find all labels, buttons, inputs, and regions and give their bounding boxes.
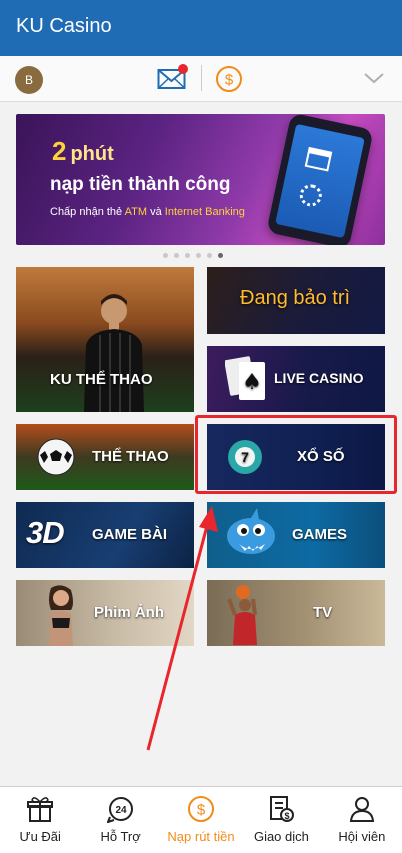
deposit-coin-icon: $ [188, 796, 215, 822]
user-bar: B $ [0, 56, 402, 102]
football-player-image [84, 294, 144, 412]
playing-cards-icon: ♠ [225, 356, 265, 400]
divider [201, 65, 202, 91]
carousel-dot[interactable] [196, 253, 201, 258]
phone-illustration [266, 114, 374, 245]
gift-icon [27, 797, 54, 822]
support-24-icon: 24 [106, 797, 133, 823]
tile-label: Phim Ảnh [94, 604, 164, 621]
tile-card-games[interactable]: 3D GAME BÀI [16, 502, 194, 568]
avatar[interactable]: B [15, 66, 43, 94]
tile-movies[interactable]: Phim Ảnh [16, 580, 194, 646]
transaction-icon: $ [270, 796, 295, 822]
highlight-box [195, 415, 397, 494]
notification-dot [178, 64, 188, 74]
tile-label: GAMES [292, 526, 348, 543]
banner-caption: Chấp nhận thẻ ATM và Internet Banking [50, 206, 245, 218]
carousel-dot[interactable] [207, 253, 212, 258]
tile-sports[interactable]: THỂ THAO [16, 424, 194, 490]
nav-member[interactable]: Hội viên [322, 787, 402, 853]
app-title: KU Casino [16, 15, 112, 37]
tile-label: TV [313, 604, 333, 621]
banner-headline: 2 phút [52, 136, 114, 166]
tile-label: Đang bảo trì [240, 287, 351, 309]
tile-games[interactable]: GAMES [207, 502, 385, 568]
carousel-dot[interactable] [185, 253, 190, 258]
nav-promotions[interactable]: Ưu Đãi [0, 787, 80, 853]
tile-label: GAME BÀI [92, 526, 167, 543]
svg-text:$: $ [197, 802, 206, 819]
svg-text:$: $ [285, 811, 290, 821]
shark-icon [227, 508, 275, 554]
carousel-dot[interactable] [163, 253, 168, 258]
tile-label: LIVE CASINO [274, 370, 364, 386]
tile-label: THỂ THAO [92, 448, 169, 465]
model-image [49, 585, 73, 646]
tile-label: KU THỂ THAO [50, 371, 153, 388]
nav-support[interactable]: 24 Hỗ Trợ [80, 787, 160, 853]
tile-live-casino[interactable]: ♠ LIVE CASINO [207, 346, 385, 412]
app-header: KU Casino [0, 0, 402, 56]
tile-maintenance[interactable]: Đang bảo trì [207, 267, 385, 334]
bottom-nav: Ưu Đãi 24 Hỗ Trợ $ Nạp rút tiền $ Giao d… [0, 786, 402, 853]
promo-banner[interactable]: 2 phút nạp tiền thành công Chấp nhận thẻ … [16, 114, 385, 245]
svg-text:24: 24 [115, 805, 127, 816]
tile-ku-sport[interactable]: KU THỂ THAO [16, 267, 194, 412]
nav-deposit-withdraw[interactable]: $ Nạp rút tiền [161, 787, 241, 853]
carousel-dot[interactable] [174, 253, 179, 258]
carousel-dot-active[interactable] [218, 253, 223, 258]
svg-text:$: $ [225, 72, 234, 89]
tile-tv[interactable]: TV [207, 580, 385, 646]
nav-transactions[interactable]: $ Giao dịch [241, 787, 321, 853]
banner-subheadline: nạp tiền thành công [50, 174, 231, 195]
svg-text:♠: ♠ [242, 370, 262, 395]
dollar-coin-icon[interactable]: $ [215, 65, 243, 93]
3d-badge: 3D [26, 515, 65, 550]
basketball-player-image [227, 585, 257, 645]
member-icon [349, 797, 374, 822]
chevron-down-icon[interactable] [363, 69, 385, 87]
carousel-dots [163, 253, 223, 259]
soccer-ball-icon [37, 438, 75, 476]
